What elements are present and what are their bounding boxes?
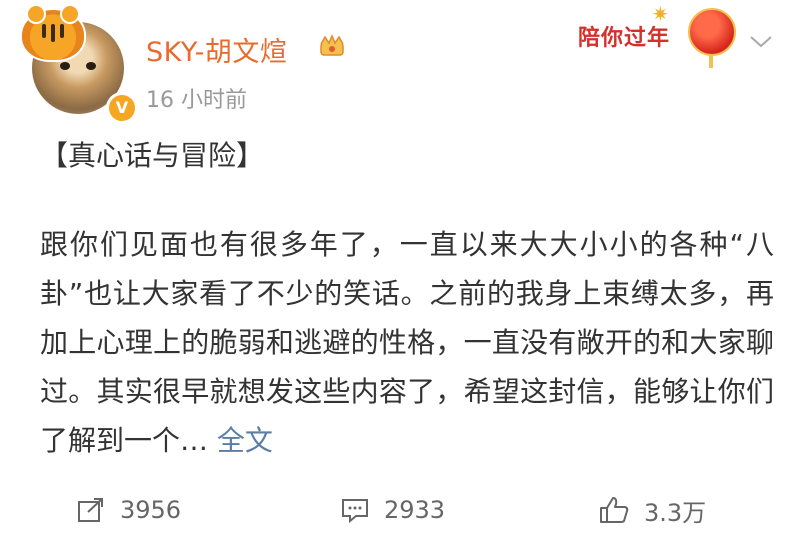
comment-count: 2933 <box>384 496 446 524</box>
firework-icon: ✷ <box>652 2 669 26</box>
post-body-text: 跟你们见面也有很多年了，一直以来大大小小的各种“八卦”也让大家看了不少的笑话。之… <box>40 228 774 457</box>
action-bar: 3956 2933 3.3万 <box>0 490 800 530</box>
full-text-link[interactable]: 全文 <box>217 424 273 457</box>
lantern-icon <box>688 8 736 68</box>
repost-icon <box>78 498 103 522</box>
post-body[interactable]: 跟你们见面也有很多年了，一直以来大大小小的各种“八卦”也让大家看了不少的笑话。之… <box>40 220 774 465</box>
post-timestamp: 16 小时前 <box>146 88 247 113</box>
comment-button[interactable]: 2933 <box>340 490 445 530</box>
post-headline: 【真心话与冒险】 <box>40 139 265 172</box>
comment-icon <box>342 499 368 524</box>
repost-button[interactable]: 3956 <box>76 490 181 530</box>
crown-icon[interactable] <box>318 34 346 58</box>
new-year-promo-banner[interactable]: 陪你过年 ✷ <box>570 0 750 68</box>
verified-badge-icon: V <box>106 92 138 124</box>
chevron-down-icon[interactable] <box>748 34 774 50</box>
like-button[interactable]: 3.3万 <box>598 490 706 530</box>
author-name[interactable]: SKY-胡文煊 <box>146 30 287 69</box>
tiger-year-badge-icon <box>20 4 86 62</box>
like-count: 3.3万 <box>644 498 707 527</box>
author-avatar-group[interactable]: V <box>18 4 138 124</box>
repost-count: 3956 <box>120 496 182 524</box>
thumbs-up-icon <box>600 497 629 523</box>
